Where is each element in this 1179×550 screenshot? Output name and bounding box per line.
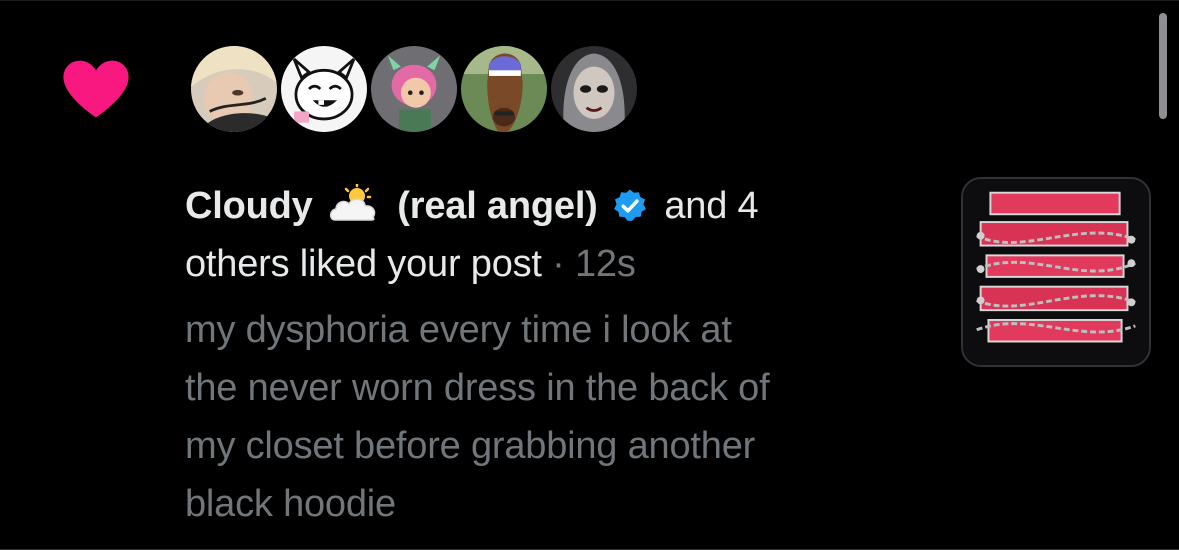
separator-dot: ·: [552, 243, 565, 285]
avatar[interactable]: [368, 43, 460, 135]
post-text-line: my dysphoria every time i look at: [185, 309, 732, 351]
avatar[interactable]: [458, 43, 550, 135]
notification-page: Cloudy (real angel) and 4 others liked y…: [0, 0, 1179, 550]
post-text-line: black hoodie: [185, 483, 396, 525]
sun-behind-cloud-emoji-icon: [327, 182, 383, 223]
others-liked-text: others liked your post: [185, 243, 542, 285]
post-text-line: my closet before grabbing another: [185, 425, 756, 467]
avatar[interactable]: [188, 43, 280, 135]
scrollbar[interactable]: [1159, 13, 1167, 119]
post-thumbnail[interactable]: [961, 177, 1151, 367]
post-text-line: the never worn dress in the back of: [185, 367, 770, 409]
post-text[interactable]: my dysphoria every time i look at the ne…: [185, 301, 925, 533]
notification-text: Cloudy (real angel) and 4 others liked y…: [185, 177, 905, 293]
avatar[interactable]: [278, 43, 370, 135]
avatar[interactable]: [548, 43, 640, 135]
liker-name[interactable]: Cloudy: [185, 185, 313, 227]
liker-avatars[interactable]: [188, 43, 648, 137]
verified-badge-icon: [612, 183, 648, 221]
timestamp: 12s: [574, 243, 636, 285]
liker-name-suffix[interactable]: (real angel): [397, 185, 598, 227]
heart-icon: [62, 59, 130, 119]
and-count-text: and 4: [664, 185, 759, 227]
